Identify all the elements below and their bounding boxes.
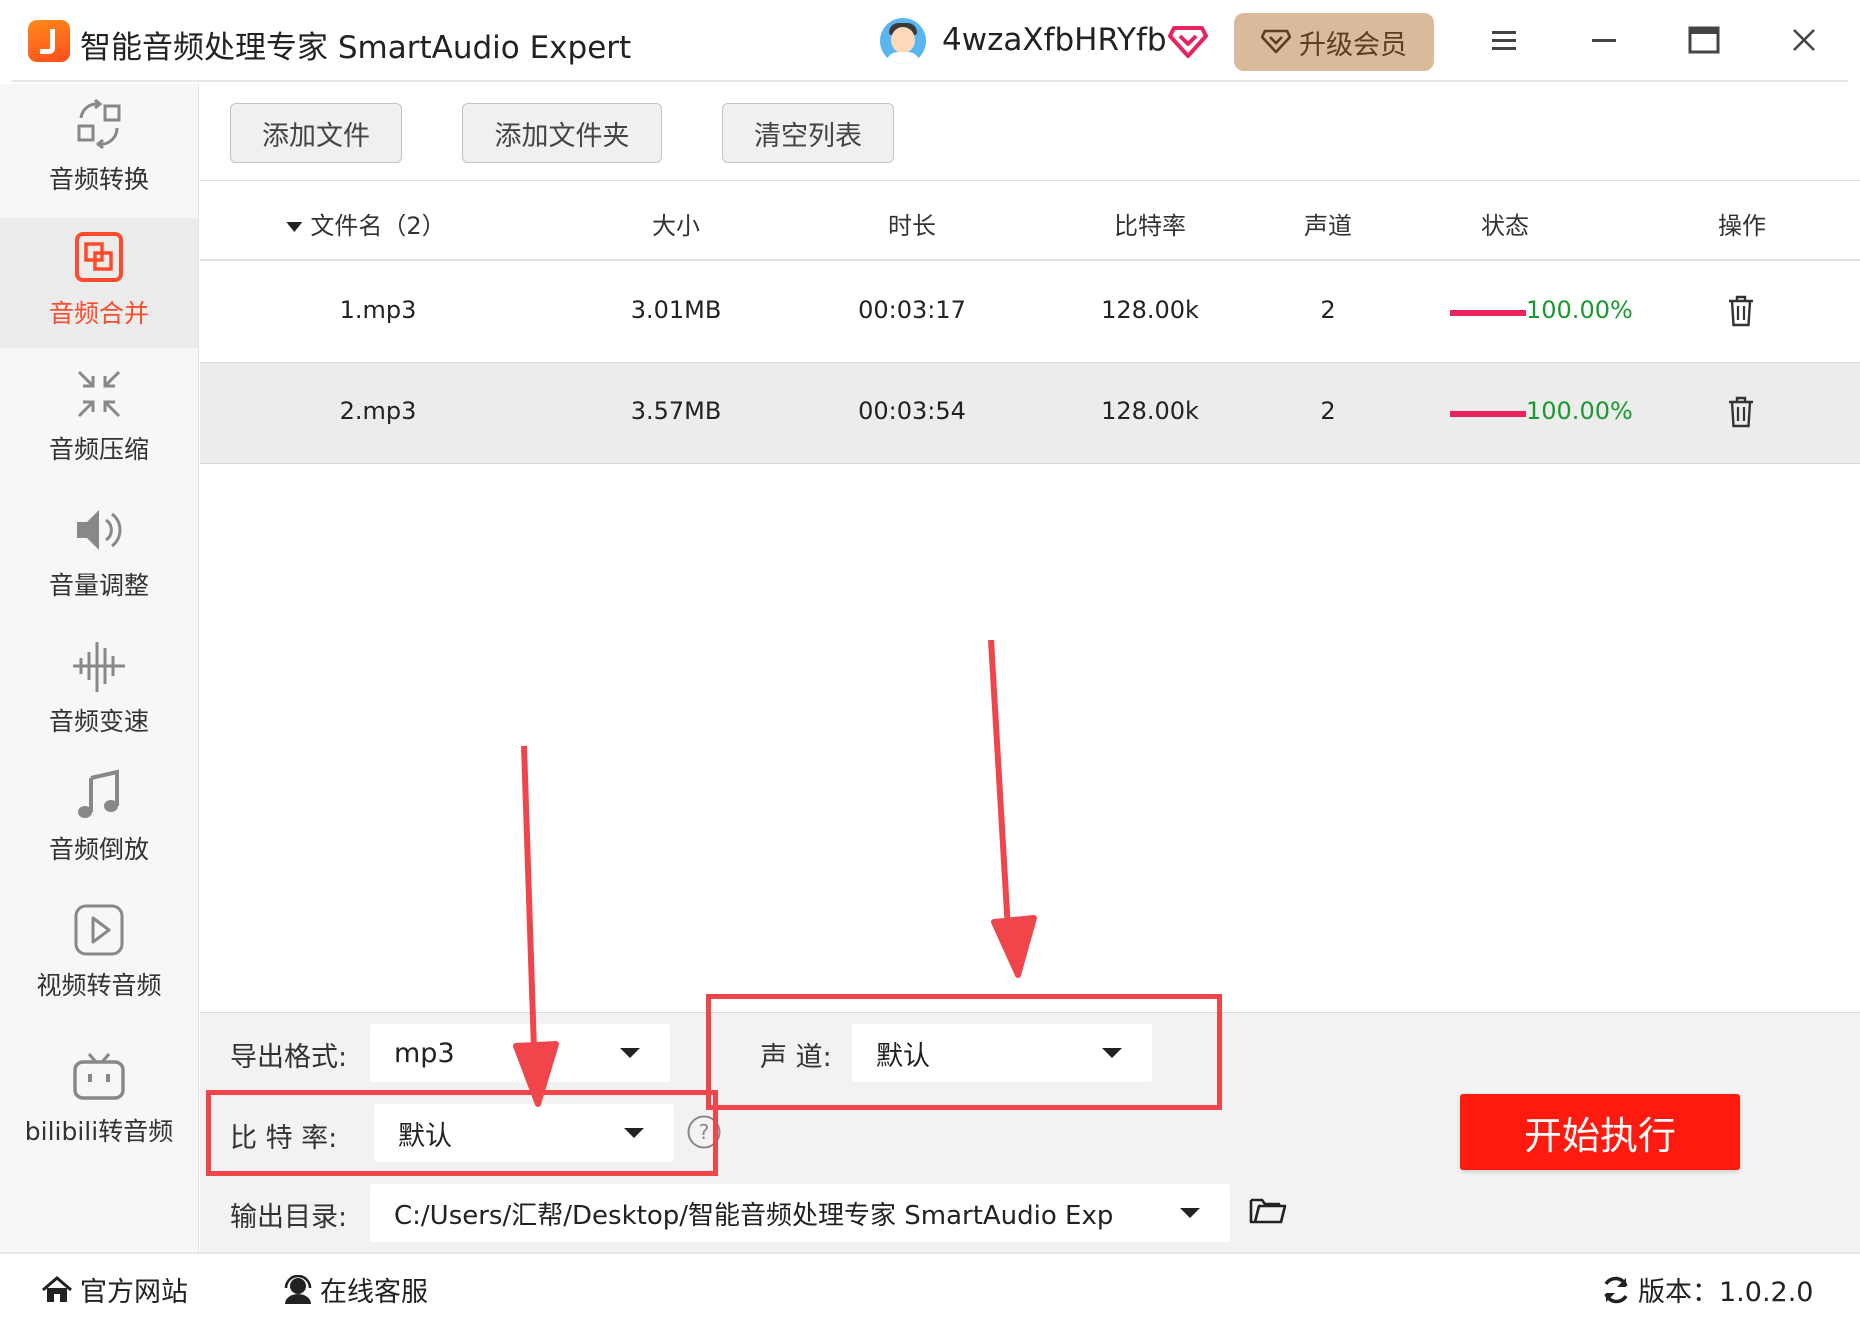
cell-bitrate: 128.00k (1101, 397, 1199, 425)
online-support-link[interactable]: 在线客服 (282, 1270, 428, 1309)
version-info[interactable]: 版本：1.0.2.0 (1600, 1270, 1813, 1309)
sidebar-item-volume-adjust[interactable]: 音量调整 (0, 490, 198, 620)
format-label: 导出格式: (230, 1042, 348, 1073)
minimize-icon (1592, 39, 1616, 42)
speed-icon (73, 642, 125, 692)
sidebar-item-video-to-audio[interactable]: 视频转音频 (0, 890, 198, 1020)
output-dir-value: C:/Users/汇帮/Desktop/智能音频处理专家 SmartAudio … (394, 1200, 1114, 1231)
app-title: 智能音频处理专家 SmartAudio Expert (80, 30, 632, 66)
table-header-divider (200, 259, 1860, 261)
sidebar-item-audio-merge[interactable]: 音频合并 (0, 218, 198, 348)
table-row[interactable]: 2.mp3 3.57MB 00:03:54 128.00k 2 100.00% (200, 362, 1860, 464)
sidebar-item-label: 音频变速 (48, 707, 149, 736)
app-logo (28, 20, 70, 62)
annotation-box-bitrate (206, 1090, 718, 1176)
column-header-size: 大小 (652, 212, 700, 240)
column-header-bitrate: 比特率 (1114, 212, 1186, 240)
refresh-icon (1604, 1276, 1628, 1303)
sidebar-item-audio-reverse[interactable]: 音频倒放 (0, 754, 198, 884)
sidebar-item-label: bilibili转音频 (24, 1117, 174, 1146)
hamburger-icon (1492, 31, 1516, 50)
convert-icon (77, 98, 121, 150)
trash-icon (1729, 295, 1753, 327)
upgrade-vip-button[interactable]: 升级会员 (1234, 13, 1434, 71)
delete-button[interactable] (1726, 395, 1756, 433)
output-dir-label: 输出目录: (230, 1202, 348, 1233)
support-label: 在线客服 (320, 1277, 428, 1308)
upgrade-label: 升级会员 (1299, 29, 1407, 61)
column-header-duration: 时长 (888, 212, 936, 240)
delete-button[interactable] (1726, 294, 1756, 332)
music-note-icon (78, 769, 119, 818)
play-icon (74, 904, 124, 956)
output-dir-select[interactable]: C:/Users/汇帮/Desktop/智能音频处理专家 SmartAudio … (370, 1184, 1230, 1242)
cell-channels: 2 (1320, 296, 1336, 324)
sidebar-item-label: 音量调整 (48, 571, 149, 600)
volume-icon (77, 510, 122, 550)
start-button[interactable]: 开始执行 (1460, 1094, 1740, 1170)
minimize-button[interactable] (1584, 20, 1624, 60)
maximize-button[interactable] (1684, 20, 1724, 60)
cell-size: 3.57MB (630, 397, 722, 425)
avatar[interactable] (880, 18, 926, 64)
clear-list-button[interactable]: 清空列表 (722, 103, 894, 163)
diamond-icon (1260, 24, 1292, 61)
cell-filename: 1.mp3 (339, 296, 417, 324)
chevron-down-icon (620, 1048, 640, 1058)
column-header-filename[interactable]: 文件名（2） (286, 206, 446, 241)
vip-diamond-icon (1168, 20, 1208, 64)
close-icon (1793, 29, 1815, 51)
compress-icon (77, 370, 121, 418)
add-folder-button[interactable]: 添加文件夹 (462, 103, 662, 163)
progress-bar (1450, 411, 1526, 417)
format-value: mp3 (394, 1037, 455, 1069)
sidebar-item-label: 音频倒放 (48, 835, 149, 864)
cell-duration: 00:03:17 (858, 296, 966, 324)
sidebar-item-bilibili-to-audio[interactable]: bilibili转音频 (0, 1036, 198, 1166)
cell-duration: 00:03:54 (858, 397, 966, 425)
cell-filename: 2.mp3 (339, 397, 417, 425)
sidebar-item-audio-speed[interactable]: 音频变速 (0, 626, 198, 756)
maximize-icon (1688, 26, 1720, 54)
column-header-actions: 操作 (1718, 212, 1766, 240)
cell-size: 3.01MB (630, 296, 722, 324)
sidebar-item-label: 音频转换 (48, 165, 149, 194)
headset-icon (284, 1274, 312, 1304)
home-icon (42, 1275, 72, 1302)
cell-status: 100.00% (1526, 397, 1633, 425)
sidebar-item-label: 音频合并 (48, 299, 149, 328)
status-bar: 官方网站 在线客服 版本：1.0.2.0 (0, 1252, 1860, 1322)
bilibili-icon (73, 1053, 125, 1100)
column-header-status: 状态 (1481, 212, 1529, 240)
sidebar-item-label: 音频压缩 (48, 435, 149, 464)
sort-caret-icon (286, 222, 303, 232)
folder-icon[interactable] (1248, 1192, 1288, 1232)
merge-icon (75, 232, 123, 282)
cell-bitrate: 128.00k (1101, 296, 1199, 324)
sidebar-item-audio-compress[interactable]: 音频压缩 (0, 354, 198, 484)
column-header-channels: 声道 (1304, 212, 1352, 240)
menu-button[interactable] (1484, 20, 1524, 60)
version-label: 版本：1.0.2.0 (1638, 1277, 1814, 1308)
sidebar-item-audio-convert[interactable]: 音频转换 (0, 84, 198, 214)
chevron-down-icon (1180, 1208, 1200, 1218)
add-file-button[interactable]: 添加文件 (230, 103, 402, 163)
close-button[interactable] (1784, 20, 1824, 60)
format-select[interactable]: mp3 (370, 1024, 670, 1082)
annotation-box-channel (706, 994, 1222, 1110)
username[interactable]: 4wzaXfbHRYfb (942, 22, 1167, 58)
toolbar-divider (200, 180, 1860, 181)
table-row[interactable]: 1.mp3 3.01MB 00:03:17 128.00k 2 100.00% (200, 262, 1860, 362)
cell-status: 100.00% (1526, 296, 1633, 324)
trash-icon (1729, 396, 1753, 428)
website-label: 官方网站 (80, 1277, 188, 1308)
sidebar: 音频转换 音频合并 音频压缩 音量调整 音频变速 音频倒放 视频转音频 bili… (0, 84, 199, 1252)
sidebar-item-label: 视频转音频 (36, 971, 162, 1000)
progress-bar (1450, 310, 1526, 316)
cell-channels: 2 (1320, 397, 1336, 425)
official-website-link[interactable]: 官方网站 (40, 1270, 188, 1309)
